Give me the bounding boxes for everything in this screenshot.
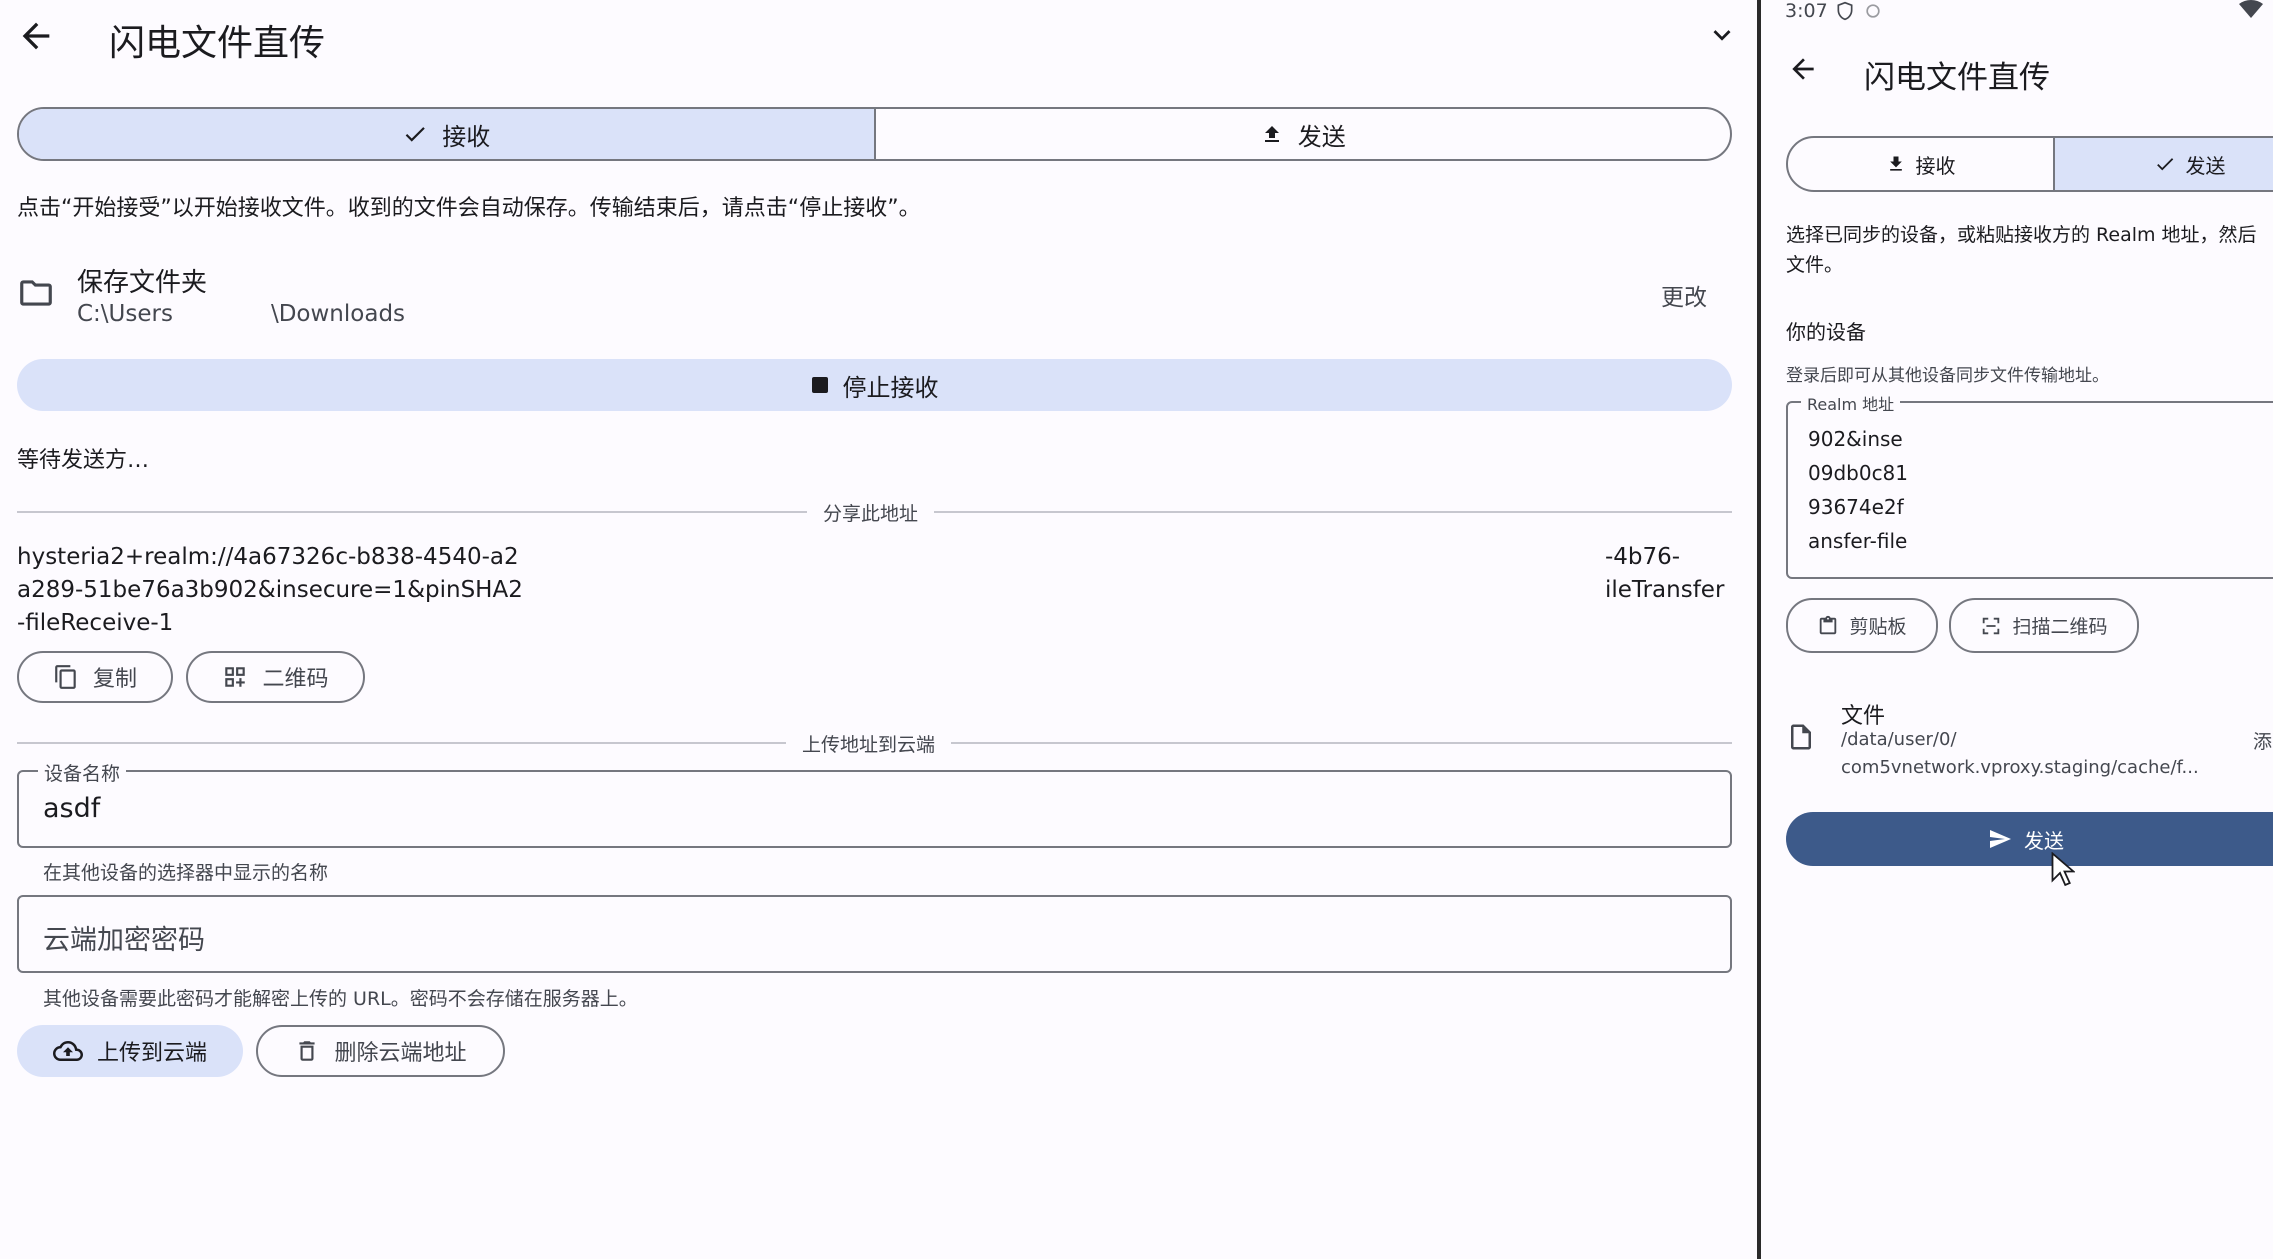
share-address-line1-end: -4b76- bbox=[1605, 544, 1681, 570]
share-address-text: hysteria2+realm://4a67326c-b838-4540-a2 … bbox=[17, 541, 1732, 641]
realm-line-4: ansfer-file bbox=[1808, 529, 1908, 553]
phone-check-icon bbox=[2154, 153, 2176, 175]
add-file-button[interactable]: 添 bbox=[2253, 727, 2272, 754]
download-icon bbox=[1886, 154, 1906, 174]
copy-button[interactable]: 复制 bbox=[17, 651, 173, 703]
phone-page-title: 闪电文件直传 bbox=[1864, 60, 2050, 96]
cloud-upload-icon bbox=[52, 1036, 83, 1066]
phone-tab-receive[interactable]: 接收 bbox=[1788, 138, 2053, 190]
upload-to-cloud-button[interactable]: 上传到云端 bbox=[17, 1025, 243, 1077]
upload-icon bbox=[1260, 122, 1284, 146]
file-icon bbox=[1786, 722, 1816, 752]
status-time: 3:07 bbox=[1785, 0, 1828, 22]
device-name-label: 设备名称 bbox=[38, 759, 127, 786]
realm-line-2: 09db0c81 bbox=[1808, 461, 1909, 485]
waiting-status: 等待发送方… bbox=[17, 448, 150, 473]
copy-icon bbox=[53, 664, 79, 690]
delete-cloud-address-button[interactable]: 删除云端地址 bbox=[256, 1025, 505, 1077]
file-path-line2: com5vnetwork.vproxy.staging/cache/f... bbox=[1841, 757, 2199, 778]
instructions-text: 点击“开始接受”以开始接收文件。收到的文件会自动保存。传输结束后，请点击“停止接… bbox=[17, 196, 921, 221]
tab-send-label: 发送 bbox=[1297, 122, 1346, 151]
file-path-line1: /data/user/0/ bbox=[1841, 729, 1957, 750]
qr-code-icon bbox=[222, 664, 248, 690]
phone-screen: 3:07 闪电文件直传 接收 发送 选择已同步的设备，或粘贴接收方的 Realm… bbox=[1757, 0, 2273, 1259]
realm-line-3: 93674e2f bbox=[1808, 495, 1904, 519]
sync-status-icon bbox=[1863, 1, 1883, 21]
login-hint: 登录后即可从其他设备同步文件传输地址。 bbox=[1786, 366, 2109, 386]
phone-instructions: 选择已同步的设备，或粘贴接收方的 Realm 地址，然后 文件。 bbox=[1786, 220, 2257, 280]
phone-mode-segmented-control: 接收 发送 bbox=[1786, 136, 2273, 192]
save-folder-path-end: \Downloads bbox=[270, 301, 406, 327]
back-arrow-icon[interactable] bbox=[16, 16, 56, 56]
tab-receive[interactable]: 接收 bbox=[19, 109, 874, 159]
share-divider-label: 分享此地址 bbox=[807, 499, 935, 526]
mouse-cursor-icon bbox=[2051, 852, 2075, 888]
save-folder-path-start: C:\Users bbox=[77, 301, 173, 327]
upload-to-cloud-label: 上传到云端 bbox=[96, 1041, 207, 1066]
your-devices-heading: 你的设备 bbox=[1786, 320, 1866, 344]
tab-send[interactable]: 发送 bbox=[876, 109, 1731, 159]
copy-button-label: 复制 bbox=[92, 667, 137, 692]
change-folder-button[interactable]: 更改 bbox=[1661, 278, 1707, 312]
upload-divider-label: 上传地址到云端 bbox=[786, 730, 952, 757]
desktop-window: 闪电文件直传 接收 发送 点击“开始接受”以开始接收文件。收到的文件会自动保存。… bbox=[0, 0, 1757, 1259]
stop-receiving-label: 停止接收 bbox=[842, 373, 939, 402]
save-folder-label: 保存文件夹 bbox=[77, 268, 208, 298]
trash-icon bbox=[294, 1038, 320, 1064]
device-name-helper: 在其他设备的选择器中显示的名称 bbox=[43, 862, 329, 884]
scan-qr-button-label: 扫描二维码 bbox=[2012, 616, 2108, 638]
clipboard-button[interactable]: 剪贴板 bbox=[1786, 598, 1938, 653]
realm-address-label: Realm 地址 bbox=[1801, 391, 1901, 415]
save-folder-path: C:\Users \Downloads bbox=[77, 301, 405, 327]
cloud-password-helper: 其他设备需要此密码才能解密上传的 URL。密码不会存储在服务器上。 bbox=[43, 988, 638, 1010]
delete-cloud-address-label: 删除云端地址 bbox=[334, 1041, 467, 1066]
folder-icon bbox=[17, 274, 55, 312]
share-address-line2-end: ileTransfer bbox=[1605, 577, 1725, 603]
phone-back-arrow-icon[interactable] bbox=[1787, 53, 1819, 85]
phone-instructions-line2: 文件。 bbox=[1786, 254, 1844, 276]
cloud-password-field[interactable] bbox=[17, 895, 1732, 973]
chevron-down-icon[interactable] bbox=[1705, 18, 1739, 52]
page-title: 闪电文件直传 bbox=[109, 23, 326, 64]
clipboard-button-label: 剪贴板 bbox=[1849, 616, 1907, 638]
scan-qr-button[interactable]: 扫描二维码 bbox=[1949, 598, 2139, 653]
file-label: 文件 bbox=[1841, 704, 1886, 729]
share-address-line1: hysteria2+realm://4a67326c-b838-4540-a2 bbox=[17, 544, 519, 570]
stop-icon bbox=[811, 376, 829, 394]
scan-qr-icon bbox=[1980, 615, 2002, 637]
tab-receive-label: 接收 bbox=[442, 122, 491, 151]
phone-tab-send[interactable]: 发送 bbox=[2055, 138, 2273, 190]
stop-receiving-button[interactable]: 停止接收 bbox=[17, 359, 1732, 411]
phone-tab-send-label: 发送 bbox=[2185, 153, 2226, 178]
phone-send-label: 发送 bbox=[2024, 828, 2064, 853]
phone-send-button[interactable]: 发送 bbox=[1786, 812, 2273, 866]
qr-code-button[interactable]: 二维码 bbox=[186, 651, 365, 703]
mode-segmented-control: 接收 发送 bbox=[17, 107, 1732, 161]
realm-address-input[interactable]: 902&inse 09db0c81 93674e2f ansfer-file bbox=[1808, 422, 1908, 558]
device-name-field[interactable] bbox=[17, 770, 1732, 848]
shield-status-icon bbox=[1835, 1, 1855, 21]
share-address-line2: a289-51be76a3b902&insecure=1&pinSHA2 bbox=[17, 577, 523, 603]
check-icon bbox=[402, 121, 428, 147]
send-icon bbox=[1988, 827, 2012, 851]
device-name-input[interactable]: asdf bbox=[43, 793, 100, 824]
qr-code-button-label: 二维码 bbox=[262, 667, 329, 692]
share-address-line3: -fileReceive-1 bbox=[17, 610, 174, 636]
phone-tab-receive-label: 接收 bbox=[1915, 153, 1956, 178]
clipboard-icon bbox=[1817, 615, 1839, 637]
realm-line-1: 902&inse bbox=[1808, 427, 1903, 451]
phone-instructions-line1: 选择已同步的设备，或粘贴接收方的 Realm 地址，然后 bbox=[1786, 224, 2257, 246]
cloud-password-input[interactable]: 云端加密密码 bbox=[43, 918, 205, 957]
wifi-status-icon bbox=[2239, 0, 2263, 20]
